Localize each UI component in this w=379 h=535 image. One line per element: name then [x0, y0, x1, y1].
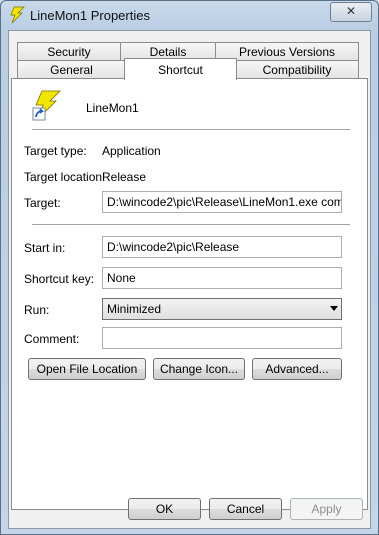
target-label: Target:: [24, 196, 61, 210]
run-select[interactable]: Minimized: [102, 298, 342, 320]
comment-label: Comment:: [24, 332, 80, 346]
lightning-shortcut-icon: [32, 90, 61, 121]
tab-shortcut[interactable]: Shortcut: [124, 58, 237, 80]
target-input[interactable]: D:\wincode2\pic\Release\LineMon1.exe com…: [102, 191, 342, 213]
tab-label: Security: [47, 45, 91, 59]
change-icon-button[interactable]: Change Icon...: [153, 358, 245, 380]
target-type-label: Target type:: [24, 144, 87, 158]
dialog-body: Security Details Previous Versions Gener…: [8, 30, 371, 529]
advanced-button[interactable]: Advanced...: [252, 358, 342, 380]
open-file-location-button[interactable]: Open File Location: [28, 358, 146, 380]
window-title: LineMon1 Properties: [30, 8, 150, 23]
chevron-down-icon: [330, 306, 338, 311]
close-icon: ✕: [345, 4, 357, 18]
shortcut-key-input[interactable]: None: [102, 267, 342, 289]
tab-compatibility[interactable]: Compatibility: [235, 60, 359, 78]
apply-button[interactable]: Apply: [290, 498, 363, 520]
lightning-icon: [10, 6, 25, 24]
target-location-label: Target location:: [24, 170, 106, 184]
start-in-input[interactable]: D:\wincode2\pic\Release: [102, 236, 342, 258]
target-location-value: Release: [102, 170, 147, 184]
tab-label: Details: [149, 45, 187, 59]
shortcut-name: LineMon1: [86, 101, 139, 115]
tab-label: Compatibility: [262, 63, 332, 77]
tab-security[interactable]: Security: [17, 42, 121, 60]
cancel-button[interactable]: Cancel: [209, 498, 282, 520]
run-label: Run:: [24, 303, 50, 317]
close-button[interactable]: ✕: [330, 2, 372, 22]
tab-label: Previous Versions: [238, 45, 336, 59]
separator: [32, 129, 350, 131]
title-bar: LineMon1 Properties ✕: [0, 0, 379, 30]
separator: [32, 224, 350, 226]
ok-button[interactable]: OK: [128, 498, 201, 520]
run-select-value: Minimized: [107, 302, 162, 316]
target-type-value: Application: [102, 144, 161, 158]
tab-general[interactable]: General: [17, 60, 126, 78]
shortcut-key-label: Shortcut key:: [24, 272, 95, 286]
comment-input[interactable]: [102, 327, 342, 349]
start-in-label: Start in:: [24, 241, 66, 255]
tab-label: General: [50, 63, 93, 77]
tab-label: Shortcut: [158, 63, 203, 77]
shortcut-panel: LineMon1 Target type: Application Target…: [11, 78, 368, 510]
